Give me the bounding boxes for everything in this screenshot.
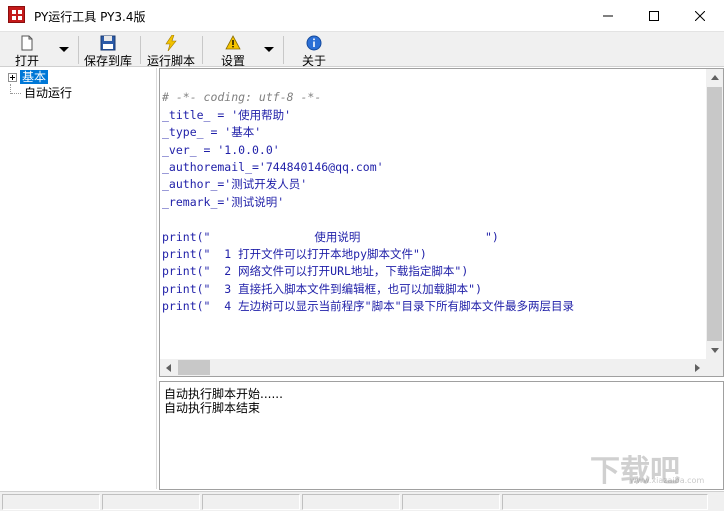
watermark-url: www.xiazaiba.com [630,476,705,485]
status-pane [2,494,100,510]
settings-dropdown-button[interactable] [263,43,275,53]
close-icon [695,10,705,21]
tree-item-label: 自动运行 [24,86,73,100]
code-line: _type_ = '基本' [162,125,262,140]
code-editor[interactable]: # -*- coding: utf-8 -*- _title_ = '使用帮助'… [159,68,724,377]
file-icon [21,35,33,51]
window-title: PY运行工具 PY3.4版 [34,10,146,24]
minimize-button[interactable] [585,0,631,31]
status-bar [0,491,724,511]
status-pane [502,494,708,510]
app-icon [8,6,25,23]
expand-icon[interactable] [8,72,17,82]
open-label: 打开 [14,54,39,68]
output-console[interactable]: 自动执行脚本开始...... 自动执行脚本结束 下载吧 www.xiazaiba… [159,381,724,490]
code-line: print(" 3 直接托入脚本文件到编辑框，也可以加载脚本") [162,281,483,296]
run-label: 运行脚本 [146,54,195,68]
chevron-down-icon [264,47,274,52]
horizontal-scrollbar[interactable] [160,359,706,376]
minimize-icon [603,15,613,16]
chevron-down-icon [710,348,719,353]
chevron-left-icon [166,363,171,372]
tree-item-label: 基本 [20,70,49,84]
output-line: 自动执行脚本开始...... [164,387,283,401]
vertical-scrollbar[interactable] [706,69,723,359]
chevron-up-icon [710,75,719,80]
tree-connector [11,93,21,94]
info-icon [306,35,322,51]
save-to-library-button[interactable]: 保存到库 [82,33,134,68]
status-pane [402,494,500,510]
chevron-down-icon [59,47,69,52]
toolbar-separator [202,36,203,64]
settings-button[interactable]: 设置 [210,33,256,68]
output-line: 自动执行脚本结束 [164,401,261,415]
open-dropdown-button[interactable] [58,43,70,53]
toolbar-separator [140,36,141,64]
toolbar: 打开 保存到库 运行脚本 设置 关于 [0,31,724,68]
maximize-icon [649,10,659,21]
status-pane [202,494,300,510]
code-line: print(" 使用说明 ") [162,229,499,244]
tree-item-auto-run[interactable]: 自动运行 [22,85,74,101]
run-script-button[interactable]: 运行脚本 [144,33,198,68]
about-button[interactable]: 关于 [292,33,336,68]
lightning-icon [165,35,177,51]
tree-item-basic[interactable]: 基本 [8,69,49,85]
script-tree: 基本 自动运行 [2,68,157,489]
toolbar-separator [78,36,79,64]
code-line: _remark_='测试说明' [162,194,285,209]
code-line: print(" 1 打开文件可以打开本地py脚本文件") [162,247,427,262]
code-line: # -*- coding: utf-8 -*- [162,90,322,105]
status-pane [302,494,400,510]
floppy-disk-icon [100,35,116,51]
vertical-scroll-thumb[interactable] [707,87,722,341]
about-label: 关于 [301,54,326,68]
code-content[interactable]: # -*- coding: utf-8 -*- _title_ = '使用帮助'… [162,72,574,316]
scroll-up-button[interactable] [706,69,723,86]
horizontal-scroll-thumb[interactable] [178,360,210,375]
close-button[interactable] [677,0,723,31]
scrollbar-corner [706,359,723,376]
settings-label: 设置 [220,54,245,68]
scroll-down-button[interactable] [706,342,723,359]
code-line: _ver_ = '1.0.0.0' [162,142,280,157]
warning-icon [225,35,241,50]
title-bar: PY运行工具 PY3.4版 [0,0,724,31]
scroll-left-button[interactable] [160,359,177,376]
maximize-button[interactable] [631,0,677,31]
code-line: _authoremail_='744840146@qq.com' [162,160,384,175]
status-pane [102,494,200,510]
save-label: 保存到库 [83,54,132,68]
code-line: _author_='测试开发人员' [162,177,308,192]
scroll-right-button[interactable] [689,359,706,376]
chevron-right-icon [695,363,700,372]
code-line: print(" 4 左边树可以显示当前程序"脚本"目录下所有脚本文件最多两层目录 [162,299,575,314]
toolbar-separator [283,36,284,64]
open-button[interactable]: 打开 [4,33,50,68]
code-line: print(" 2 网络文件可以打开URL地址，下载指定脚本") [162,264,469,279]
code-line: _title_ = '使用帮助' [162,107,292,122]
